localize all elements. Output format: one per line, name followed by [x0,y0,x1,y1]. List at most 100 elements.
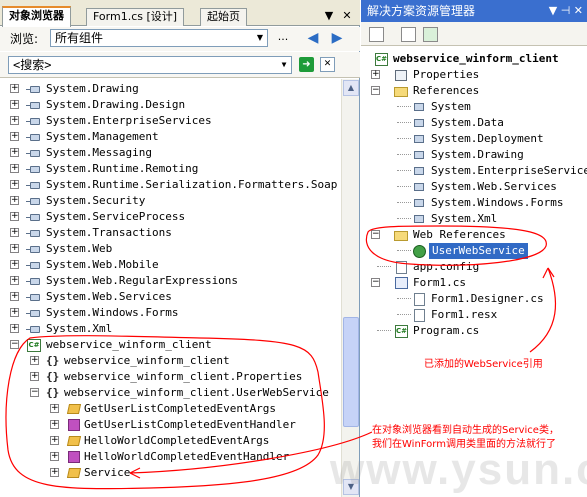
class-icon [66,434,82,448]
type-label: HelloWorldCompletedEventHandler [84,450,290,463]
assembly-label: System.Drawing.Design [46,98,186,111]
forward-arrow-icon[interactable]: ▶ [329,30,345,46]
assembly-label: System.ServiceProcess [46,210,186,223]
type-label: Service [84,466,131,479]
assembly-label: System.Web.RegularExpressions [46,274,239,287]
reference-icon [411,164,427,178]
folder-icon [393,228,409,242]
close-icon[interactable]: ✕ [340,9,354,23]
window-controls-icon[interactable]: ▼ ⊣ ✕ [549,0,583,22]
assembly-label: System.Web.Mobile [46,258,159,271]
reference-icon [411,212,427,226]
tab-list-dropdown-icon[interactable]: ▼ [322,9,336,23]
reference-icon [411,148,427,162]
solution-explorer-pane: 解决方案资源管理器 ▼ ⊣ ✕ C# webservice_winform_cli… [361,0,587,497]
tree-label: System.Drawing [431,148,524,161]
browse-scope-value: 所有组件 [55,31,104,45]
search-placeholder: <搜索> [13,58,52,72]
assembly-label: System.EnterpriseServices [46,114,212,127]
reference-icon [411,180,427,194]
assembly-icon [26,146,42,160]
tree-label: System.Deployment [431,132,544,145]
project-label: webservice_winform_client [46,338,212,351]
config-file-icon [393,260,409,274]
chevron-down-icon[interactable]: ▼ [277,57,291,73]
namespace-icon: {} [46,354,60,367]
class-icon [66,402,82,416]
browse-scope-select[interactable]: 所有组件 ▼ [50,29,268,47]
csharp-file-icon: C# [393,324,409,338]
show-all-files-icon[interactable] [401,27,416,42]
type-label: GetUserListCompletedEventArgs [84,402,277,415]
document-tab-strip: 对象浏览器 Form1.cs [设计] 起始页 ▼ ✕ [0,0,360,27]
tree-label: Program.cs [413,324,480,337]
namespace-icon: {} [46,370,60,383]
reference-icon [411,196,427,210]
back-arrow-icon[interactable]: ◀ [305,30,321,46]
assembly-label: System.Xml [46,322,113,335]
object-browser-pane: 对象浏览器 Form1.cs [设计] 起始页 ▼ ✕ 浏览: 所有组件 ▼ .… [0,0,360,497]
refresh-icon[interactable] [423,27,438,42]
search-input[interactable]: <搜索> ▼ [8,56,292,74]
tree-label: app.config [413,260,480,273]
assembly-icon [26,242,42,256]
tree-label: System.EnterpriseServices [431,164,587,177]
class-icon [66,466,82,480]
scroll-up-icon[interactable]: ▲ [343,80,359,96]
folder-icon [393,84,409,98]
tree-label: Form1.resx [431,308,498,321]
assembly-label: System.Transactions [46,226,172,239]
tree-label: Properties [413,68,480,81]
delegate-icon [66,418,82,432]
namespace-label: webservice_winform_client.UserWebService [64,386,329,399]
tree-label: System [431,100,471,113]
globe-icon [411,244,427,258]
properties-icon [393,68,409,82]
solution-explorer-title-bar: 解决方案资源管理器 ▼ ⊣ ✕ [361,0,587,22]
object-browser-tree[interactable]: + System.Drawing + System.Drawing.Design +… [0,79,341,497]
search-go-icon[interactable]: ➜ [299,57,314,72]
reference-icon [411,116,427,130]
tab-form1-design[interactable]: Form1.cs [设计] [86,8,185,26]
assembly-label: System.Drawing [46,82,139,95]
assembly-icon [26,194,42,208]
assembly-label: System.Runtime.Serialization.Formatters.… [46,178,338,191]
resx-file-icon [411,308,427,322]
assembly-icon [26,258,42,272]
csharp-project-icon: C# [26,338,42,352]
tab-start-page[interactable]: 起始页 [200,8,247,26]
watermark: www.ysun.com [330,445,587,494]
assembly-icon [26,178,42,192]
reference-icon [411,100,427,114]
assembly-label: System.Management [46,130,159,143]
assembly-icon [26,114,42,128]
properties-icon[interactable] [369,27,384,42]
tab-object-browser[interactable]: 对象浏览器 [2,6,71,27]
assembly-icon [26,130,42,144]
project-label: webservice_winform_client [393,52,559,65]
scroll-thumb[interactable] [343,317,359,427]
csharp-project-icon: C# [373,52,389,66]
assembly-label: System.Messaging [46,146,152,159]
assembly-label: System.Runtime.Remoting [46,162,199,175]
assembly-icon [26,226,42,240]
assembly-icon [26,306,42,320]
solution-explorer-toolbar [361,22,587,46]
tree-label: Form1.cs [413,276,466,289]
assembly-icon [26,274,42,288]
tree-label: System.Data [431,116,504,129]
edit-custom-component-set-button[interactable]: ... [272,29,294,47]
assembly-icon [26,98,42,112]
tree-label: Web References [413,228,506,241]
namespace-icon: {} [46,386,60,399]
tree-label: System.Web.Services [431,180,557,193]
annotation-added-reference: 已添加的WebService引用 [424,358,586,372]
assembly-icon [26,210,42,224]
assembly-label: System.Security [46,194,146,207]
vertical-scrollbar[interactable]: ▲ ▼ [341,79,359,497]
chevron-down-icon[interactable]: ▼ [253,30,267,46]
assembly-label: System.Windows.Forms [46,306,179,319]
delegate-icon [66,450,82,464]
clear-search-icon[interactable]: ✕ [320,57,335,72]
tree-label: System.Xml [431,212,498,225]
